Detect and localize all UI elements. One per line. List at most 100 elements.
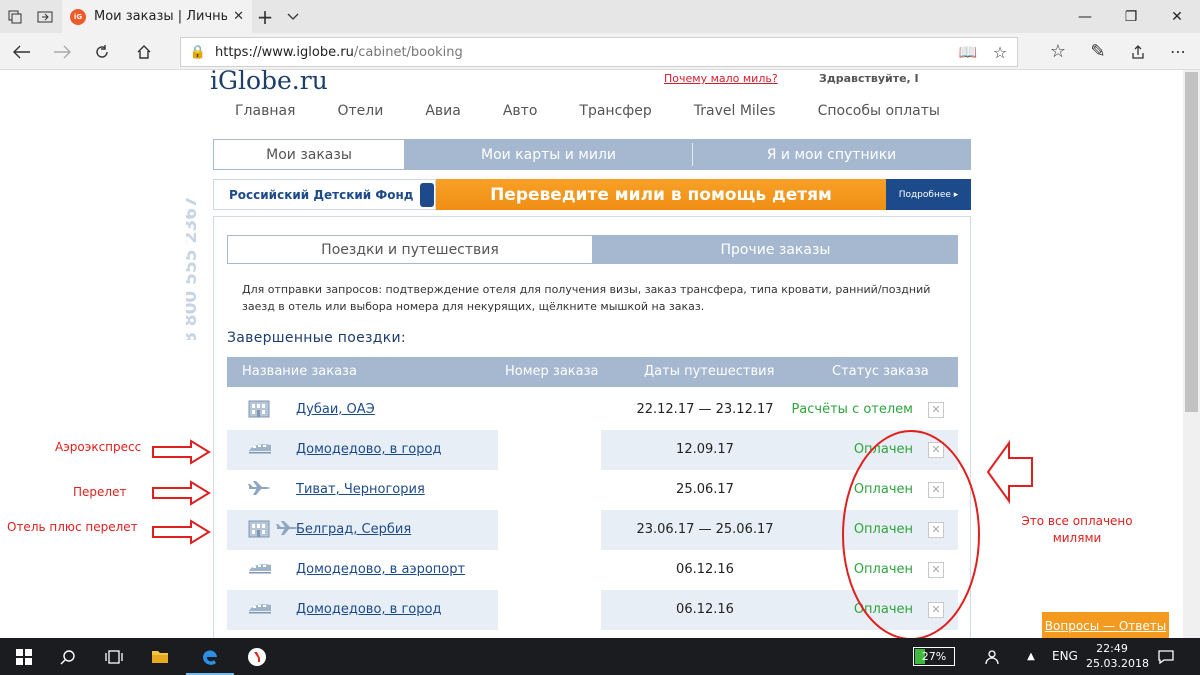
delete-order-icon[interactable]: ✕ xyxy=(928,402,944,418)
order-dates: 06.12.16 xyxy=(676,602,734,617)
tab-preview-chevron-icon[interactable] xyxy=(282,0,304,33)
people-icon[interactable] xyxy=(972,638,1016,675)
nav-travel-miles[interactable]: Travel Miles xyxy=(673,103,797,119)
order-type-icons xyxy=(247,430,273,470)
train-icon xyxy=(247,600,273,620)
col-order-status: Статус заказа xyxy=(832,364,929,379)
banner-fund-name: Российский Детский Фонд xyxy=(229,187,414,202)
more-menu-icon[interactable]: ⋯ xyxy=(1160,33,1196,70)
orders-table-header: Название заказа Номер заказа Даты путеше… xyxy=(227,357,958,387)
col-travel-dates: Даты путешествия xyxy=(644,364,775,379)
nav-hotels[interactable]: Отели xyxy=(316,103,404,119)
nav-home[interactable]: Главная xyxy=(214,103,316,119)
clock-date: 25.03.2018 xyxy=(1086,657,1149,670)
charity-banner[interactable]: Российский Детский Фонд Переведите мили … xyxy=(213,179,971,210)
nav-payment-methods[interactable]: Способы оплаты xyxy=(797,103,961,119)
order-name-link[interactable]: Домодедово, в аэропорт xyxy=(296,550,465,590)
order-type-icons xyxy=(247,510,301,550)
battery-indicator[interactable]: 27% xyxy=(913,647,955,666)
banner-more-button[interactable]: Подробнее ▸ xyxy=(886,179,971,210)
order-dates: 12.09.17 xyxy=(676,442,734,457)
nav-auto[interactable]: Авто xyxy=(482,103,559,119)
order-number-cell xyxy=(498,590,601,630)
tab-my-cards-miles[interactable]: Мои карты и мили xyxy=(405,139,692,170)
address-url[interactable]: https://www.iglobe.ru/cabinet/booking xyxy=(215,45,953,60)
order-status: Расчёты с отелем xyxy=(791,402,913,417)
minimize-icon[interactable]: — xyxy=(1062,0,1108,33)
order-name-link[interactable]: Тиват, Черногория xyxy=(296,470,425,510)
annotation-arrow-aeroexpress xyxy=(152,439,211,465)
yandex-browser-icon[interactable] xyxy=(233,638,281,675)
reading-view-icon[interactable]: 📖 xyxy=(953,43,983,61)
nav-avia[interactable]: Авиа xyxy=(404,103,482,119)
order-number-cell xyxy=(498,510,601,550)
col-order-number: Номер заказа xyxy=(505,364,599,379)
system-clock[interactable]: 22:49 25.03.2018 xyxy=(1086,641,1149,671)
greeting: Здравствуйте, I xyxy=(819,72,919,85)
edge-browser-icon[interactable] xyxy=(186,638,234,675)
main-nav: Главная Отели Авиа Авто Трансфер Travel … xyxy=(214,103,974,119)
fund-emblem-icon xyxy=(419,182,434,207)
tab-title: Мои заказы | Личный к xyxy=(94,9,228,24)
favorites-hub-icon[interactable]: ☆ xyxy=(1040,33,1076,70)
hotel-icon xyxy=(247,517,271,543)
order-type-icons xyxy=(247,590,273,630)
phone-number: 8 800 555 2367 xyxy=(181,148,206,344)
file-explorer-icon[interactable] xyxy=(136,638,184,675)
forward-icon[interactable] xyxy=(44,33,80,70)
order-dates: 06.12.16 xyxy=(676,562,734,577)
site-logo[interactable]: iGlobe.ru xyxy=(210,70,328,95)
plane-icon xyxy=(247,479,273,501)
order-name-link[interactable]: Домодедово, в город xyxy=(296,590,441,630)
battery-percent: 27% xyxy=(921,650,947,663)
orders-subtabs: Поездки и путешествия Прочие заказы xyxy=(227,235,958,264)
back-icon[interactable] xyxy=(4,33,40,70)
address-bar[interactable]: 🔒 https://www.iglobe.ru/cabinet/booking … xyxy=(180,37,1018,67)
search-icon[interactable] xyxy=(44,638,92,675)
completed-trips-title: Завершенные поездки: xyxy=(227,330,406,346)
order-name-link[interactable]: Домодедово, в город xyxy=(296,430,441,470)
page-scrollbar-thumb[interactable] xyxy=(1185,72,1198,412)
refresh-icon[interactable] xyxy=(84,33,120,70)
hotel-icon xyxy=(247,397,271,423)
faq-button[interactable]: Вопросы — Ответы xyxy=(1042,612,1169,639)
new-tab-icon[interactable]: + xyxy=(254,0,276,33)
train-icon xyxy=(247,440,273,460)
restore-icon[interactable]: ❐ xyxy=(1108,0,1154,33)
window-close-icon[interactable]: ✕ xyxy=(1154,0,1200,33)
nav-transfer[interactable]: Трансфер xyxy=(558,103,672,119)
page-viewport: iGlobe.ru Почему мало миль? Здравствуйте… xyxy=(0,70,1200,638)
tab-me-companions[interactable]: Я и мои спутники xyxy=(693,139,970,170)
subtab-trips[interactable]: Поездки и путешествия xyxy=(227,235,593,264)
annotation-aeroexpress: Аэроэкспресс xyxy=(55,440,142,454)
tab-list-icon[interactable] xyxy=(0,0,30,33)
input-language[interactable]: ENG xyxy=(1052,638,1078,675)
share-icon[interactable] xyxy=(1120,33,1156,70)
home-icon[interactable] xyxy=(126,33,162,70)
windows-start-icon[interactable] xyxy=(0,638,48,675)
windows-taskbar: 27% ▲ ENG 22:49 25.03.2018 xyxy=(0,638,1200,675)
table-row[interactable]: Дубаи, ОАЭ 22.12.17 — 23.12.17 Расчёты с о… xyxy=(227,390,958,430)
set-tabs-aside-icon[interactable] xyxy=(30,0,60,33)
tray-chevron-icon[interactable]: ▲ xyxy=(1014,638,1048,675)
task-view-icon[interactable] xyxy=(90,638,138,675)
favorite-star-icon[interactable]: ☆ xyxy=(983,43,1017,62)
clock-time: 22:49 xyxy=(1096,642,1128,655)
close-tab-icon[interactable]: ✕ xyxy=(233,9,244,24)
annotation-arrow-left xyxy=(986,440,1033,504)
order-name-link[interactable]: Дубаи, ОАЭ xyxy=(296,390,375,430)
site-favicon-icon: iG xyxy=(70,8,86,25)
order-name-link[interactable]: Белград, Сербия xyxy=(296,510,411,550)
why-few-miles-link[interactable]: Почему мало миль? xyxy=(664,72,778,85)
annotation-arrow-hotel-flight xyxy=(152,519,211,545)
browser-tab-bar: iG Мои заказы | Личный к ✕ + — ❐ ✕ xyxy=(0,0,1200,33)
active-tab[interactable]: iG Мои заказы | Личный к ✕ xyxy=(62,0,252,33)
subtab-other-orders[interactable]: Прочие заказы xyxy=(593,235,958,264)
annotation-arrow-flight xyxy=(152,480,211,506)
tab-my-orders[interactable]: Мои заказы xyxy=(213,139,405,170)
order-number-cell xyxy=(498,430,601,470)
web-note-icon[interactable]: ✎ xyxy=(1080,33,1116,70)
action-center-icon[interactable] xyxy=(1146,638,1186,675)
lock-icon[interactable]: 🔒 xyxy=(181,45,215,60)
annotation-paid-with-miles: Это все оплачено милями xyxy=(1021,514,1133,545)
